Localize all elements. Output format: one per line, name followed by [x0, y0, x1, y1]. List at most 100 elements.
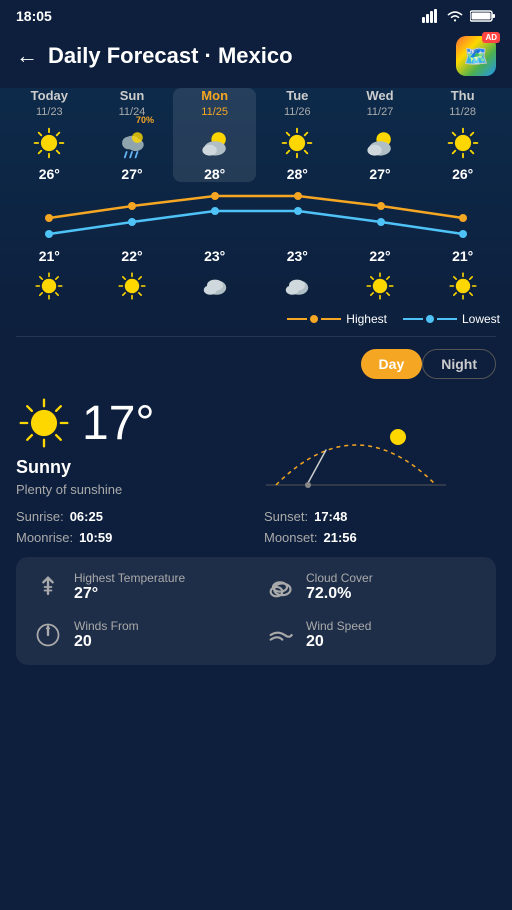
wind-speed-label: Wind Speed [306, 619, 371, 633]
wind-direction-icon [34, 621, 62, 649]
day-col-thu[interactable]: Thu 11/28 26° [421, 88, 504, 182]
bottom-icons-row [0, 264, 512, 308]
legend-label-lowest: Lowest [462, 312, 500, 326]
weather-icon-today [31, 125, 67, 161]
weather-icon-sun: 70% [114, 125, 150, 161]
high-temp-mon: 28° [204, 166, 225, 182]
rain-badge: 70% [136, 115, 154, 125]
day-name-wed: Wed [366, 88, 393, 103]
day-columns: Today 11/23 26° [0, 88, 512, 182]
bottom-icon-mon [173, 270, 256, 302]
day-col-mon[interactable]: Mon 11/25 28° [173, 88, 256, 182]
day-date-tue: 11/26 [284, 106, 311, 118]
partly-cloudy-icon-4 [362, 125, 398, 161]
legend-line-highest-2 [321, 318, 341, 320]
thermometer-up-icon [34, 573, 62, 601]
low-temp-today: 21° [8, 248, 91, 264]
page-title: Daily Forecast · Mexico [48, 43, 293, 69]
legend-dot-lowest [426, 315, 434, 323]
sun-times: Sunrise: 06:25 Sunset: 17:48 Moonrise: 1… [16, 509, 496, 545]
moonset-value: 21:56 [323, 530, 356, 545]
wind-speed-content: Wind Speed 20 [306, 619, 371, 651]
low-temp-mon: 23° [173, 248, 256, 264]
forecast-section: Today 11/23 26° [0, 88, 512, 336]
bottom-partly-cloudy-3 [281, 270, 313, 302]
current-sun-icon [16, 395, 72, 451]
sun-arc-svg [256, 395, 456, 505]
winds-from-item: Winds From 20 [32, 619, 248, 651]
sunrise-value: 06:25 [70, 509, 103, 524]
cloud-cover-content: Cloud Cover 72.0% [306, 571, 373, 603]
battery-icon [470, 9, 496, 23]
sunny-icon-5 [445, 125, 481, 161]
ad-badge: AD [482, 32, 500, 43]
current-description: Plenty of sunshine [16, 482, 256, 497]
day-name-sun: Sun [120, 88, 145, 103]
app-icon[interactable]: 🗺️ AD [456, 36, 496, 76]
legend-line-highest [287, 318, 307, 320]
high-temp-thu: 26° [452, 166, 473, 182]
low-temp-sun: 22° [91, 248, 174, 264]
day-col-today[interactable]: Today 11/23 26° [8, 88, 91, 182]
bottom-icon-sun [91, 270, 174, 302]
high-temp-tue: 28° [287, 166, 308, 182]
high-temp-wed: 27° [369, 166, 390, 182]
low-temp-row: 21° 22° 23° 23° 22° 21° [0, 248, 512, 264]
highest-temp-label: Highest Temperature [74, 571, 185, 585]
highest-temp-item: Highest Temperature 27° [32, 571, 248, 603]
day-date-today: 11/23 [36, 106, 63, 118]
day-toggle-button[interactable]: Day [361, 349, 423, 379]
current-weather: 17° Sunny Plenty of sunshine [16, 395, 496, 497]
highest-temp-icon [32, 571, 64, 603]
bottom-icon-tue [256, 270, 339, 302]
current-left: 17° Sunny Plenty of sunshine [16, 395, 256, 497]
day-name-today: Today [31, 88, 68, 103]
cloud-icon [266, 573, 294, 601]
night-toggle-button[interactable]: Night [422, 349, 496, 379]
low-temp-tue: 23° [256, 248, 339, 264]
sunny-icon-3 [279, 125, 315, 161]
weather-icon-wed [362, 125, 398, 161]
current-condition: Sunny [16, 457, 256, 478]
highest-temp-value: 27° [74, 585, 185, 603]
time: 18:05 [16, 8, 52, 24]
wind-speed-icon-svg [266, 621, 294, 649]
high-temp-sun: 27° [121, 166, 142, 182]
day-col-sun[interactable]: Sun 11/24 70% 27° [91, 88, 174, 182]
day-date-mon: 11/25 [201, 106, 228, 118]
cloud-cover-value: 72.0% [306, 585, 373, 603]
winds-from-value: 20 [74, 633, 139, 651]
bottom-icon-today [8, 270, 91, 302]
day-name-tue: Tue [286, 88, 308, 103]
bottom-sunny-4 [364, 270, 396, 302]
temp-chart [8, 186, 504, 246]
moonrise-value: 10:59 [79, 530, 112, 545]
wind-speed-icon [264, 619, 296, 651]
day-name-mon: Mon [201, 88, 228, 103]
weather-icon-mon [197, 125, 233, 161]
header: ← Daily Forecast · Mexico 🗺️ AD [0, 28, 512, 88]
partly-cloudy-icon-2 [197, 125, 233, 161]
weather-icon-tue [279, 125, 315, 161]
legend-label-highest: Highest [346, 312, 387, 326]
details-card: Highest Temperature 27° Cloud Cover 72.0… [16, 557, 496, 665]
chart-svg [8, 186, 504, 246]
current-temp-row: 17° [16, 395, 256, 451]
day-night-section: Day Night 17° [0, 337, 512, 677]
low-temp-thu: 21° [421, 248, 504, 264]
day-col-wed[interactable]: Wed 11/27 27° [339, 88, 422, 182]
back-button[interactable]: ← [16, 43, 38, 69]
header-left: ← Daily Forecast · Mexico [16, 43, 293, 69]
moonrise-label: Moonrise: [16, 530, 73, 545]
day-col-tue[interactable]: Tue 11/26 28° [256, 88, 339, 182]
day-night-toggle: Day Night [16, 349, 496, 379]
bottom-sunny-0 [33, 270, 65, 302]
day-date-thu: 11/28 [449, 106, 476, 118]
legend-line-lowest-2 [437, 318, 457, 320]
wind-speed-item: Wind Speed 20 [264, 619, 480, 651]
bottom-cloudy-2 [199, 270, 231, 302]
sunset-label: Sunset: [264, 509, 308, 524]
wifi-icon [446, 9, 464, 23]
low-temp-wed: 22° [339, 248, 422, 264]
cloud-cover-item: Cloud Cover 72.0% [264, 571, 480, 603]
